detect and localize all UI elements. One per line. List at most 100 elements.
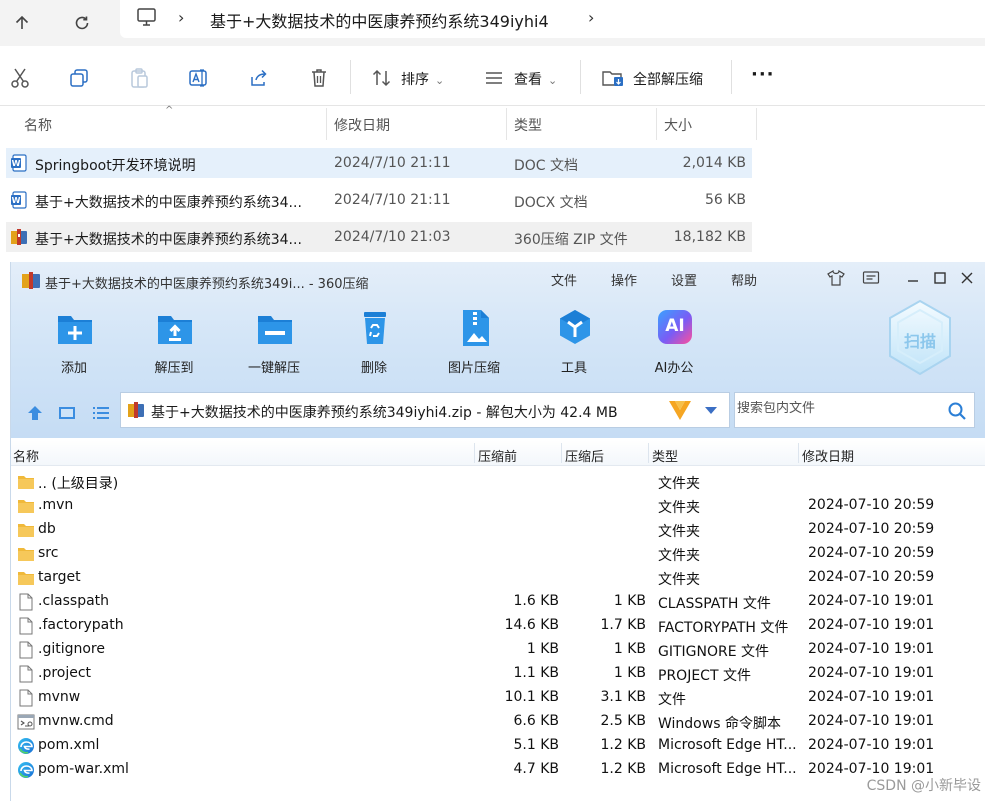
sort-icon[interactable] <box>370 66 394 90</box>
paste-icon[interactable] <box>127 66 151 90</box>
zip-entry-row[interactable]: .. (上级目录) 文件夹 <box>11 470 985 494</box>
zip-entry-row[interactable]: mvnw.cmd 6.6 KB 2.5 KB Windows 命令脚本 2024-07-… <box>11 710 985 734</box>
sort-button[interactable]: 排序 ⌄ <box>401 69 444 89</box>
file-size: 2,014 KB <box>682 155 746 171</box>
entry-size-after: 1 KB <box>613 665 646 681</box>
tool-one-click-extract-button[interactable]: 一键解压 <box>239 308 309 378</box>
file-date: 2024/7/10 21:11 <box>334 192 451 208</box>
v-logo-icon[interactable] <box>667 398 693 422</box>
feedback-icon[interactable] <box>861 268 881 288</box>
zip-search-input[interactable] <box>737 401 937 416</box>
tool-extract-to-button[interactable]: 解压到 <box>139 308 209 378</box>
menu-help[interactable]: 帮助 <box>731 270 757 289</box>
col-divider[interactable] <box>506 108 507 140</box>
col-divider[interactable] <box>756 108 757 140</box>
col-divider[interactable] <box>561 443 562 463</box>
col-divider[interactable] <box>326 108 327 140</box>
share-icon[interactable] <box>247 66 271 90</box>
zip-entry-row[interactable]: .classpath 1.6 KB 1 KB CLASSPATH 文件 2024-07-… <box>11 590 985 614</box>
entry-date: 2024-07-10 19:01 <box>808 689 935 705</box>
view-button[interactable]: 查看 ⌄ <box>514 69 557 89</box>
folder-icon <box>17 569 35 587</box>
more-options-icon[interactable]: ··· <box>751 64 775 85</box>
svg-text:W: W <box>12 159 21 168</box>
menu-file[interactable]: 文件 <box>551 270 577 289</box>
zip-entry-row[interactable]: pom.xml 5.1 KB 1.2 KB Microsoft Edge HT... 2… <box>11 734 985 758</box>
col-divider[interactable] <box>648 443 649 463</box>
file-row[interactable]: W Springboot开发环境说明 2024/7/10 21:11 DOC 文… <box>6 148 752 178</box>
divider <box>731 60 732 94</box>
col-date[interactable]: 修改日期 <box>802 446 854 465</box>
folder-icon <box>17 545 35 563</box>
col-type[interactable]: 类型 <box>514 115 542 135</box>
entry-type: GITIGNORE 文件 <box>658 644 770 660</box>
search-icon[interactable] <box>947 401 967 421</box>
col-divider[interactable] <box>798 443 799 463</box>
refresh-icon[interactable] <box>66 7 98 39</box>
col-name[interactable]: 名称 <box>13 446 39 465</box>
minimize-icon[interactable] <box>903 268 923 288</box>
col-type[interactable]: 类型 <box>652 446 678 465</box>
col-compressed-after[interactable]: 压缩后 <box>565 446 604 465</box>
col-divider[interactable] <box>656 108 657 140</box>
cut-icon[interactable] <box>8 66 32 90</box>
entry-size-after: 2.5 KB <box>600 713 647 729</box>
rename-icon[interactable] <box>187 66 211 90</box>
scan-button[interactable]: 扫描 <box>884 298 956 378</box>
zip-entry-row[interactable]: .project 1.1 KB 1 KB PROJECT 文件 2024-07-10 1… <box>11 662 985 686</box>
sort-label: 排序 <box>401 72 429 88</box>
col-divider[interactable] <box>474 443 475 463</box>
dropdown-arrow-icon[interactable] <box>703 402 719 418</box>
zip-search-box[interactable] <box>734 392 975 428</box>
file-row[interactable]: 基于+大数据技术的中医康养预约系统34... 2024/7/10 21:03 3… <box>6 222 752 252</box>
zip-entry-row[interactable]: pom-war.xml 4.7 KB 1.2 KB Microsoft Edge HT… <box>11 758 985 782</box>
close-icon[interactable] <box>957 268 977 288</box>
zip-file-list: 名称 压缩前 压缩后 类型 修改日期 .. (上级目录) 文件夹 .mvn 文件夹 20… <box>11 440 985 801</box>
trash-icon[interactable] <box>307 66 331 90</box>
zip-entry-row[interactable]: .mvn 文件夹 2024-07-10 20:59 <box>11 494 985 518</box>
monitor-icon[interactable] <box>136 7 158 27</box>
view-list-icon[interactable] <box>91 403 111 423</box>
zip-path-text: 基于+大数据技术的中医康养预约系统349iyhi4.zip - 解包大小为 42… <box>151 405 618 421</box>
entry-type: 文件夹 <box>658 572 700 588</box>
file-name: 基于+大数据技术的中医康养预约系统34... <box>35 232 302 248</box>
tool-ai-office-button[interactable]: AI AI办公 <box>639 308 709 378</box>
col-name[interactable]: 名称 <box>24 115 52 135</box>
menu-operation[interactable]: 操作 <box>611 270 637 289</box>
tool-tools-button[interactable]: 工具 <box>539 308 609 378</box>
view-details-icon[interactable] <box>57 403 77 423</box>
entry-name: db <box>38 521 56 537</box>
zip-entry-row[interactable]: target 文件夹 2024-07-10 20:59 <box>11 566 985 590</box>
entry-date: 2024-07-10 19:01 <box>808 641 935 657</box>
tool-image-compress-button[interactable]: 图片压缩 <box>439 308 509 378</box>
maximize-icon[interactable] <box>930 268 950 288</box>
col-date[interactable]: 修改日期 <box>334 115 390 135</box>
menu-settings[interactable]: 设置 <box>671 270 697 289</box>
address-path[interactable]: 基于+大数据技术的中医康养预约系统349iyhi4 <box>210 8 549 32</box>
zip-path-box[interactable]: 基于+大数据技术的中医康养预约系统349iyhi4.zip - 解包大小为 42… <box>120 392 730 428</box>
skin-shirt-icon[interactable] <box>826 268 846 288</box>
extract-all-button[interactable]: 全部解压缩 <box>633 69 703 89</box>
tool-delete-button[interactable]: 删除 <box>339 308 409 378</box>
zip-entry-row[interactable]: src 文件夹 2024-07-10 20:59 <box>11 542 985 566</box>
zip-entry-row[interactable]: .factorypath 14.6 KB 1.7 KB FACTORYPATH 文件 2… <box>11 614 985 638</box>
entry-size-before: 1.6 KB <box>513 593 560 609</box>
divider <box>580 60 581 94</box>
file-row[interactable]: W 基于+大数据技术的中医康养预约系统34... 2024/7/10 21:11… <box>6 185 752 215</box>
col-compressed-before[interactable]: 压缩前 <box>478 446 517 465</box>
copy-icon[interactable] <box>67 66 91 90</box>
tool-label: 删除 <box>360 361 387 376</box>
entry-size-after: 1.2 KB <box>600 737 647 753</box>
zip-entry-row[interactable]: mvnw 10.1 KB 3.1 KB 文件 2024-07-10 19:01 <box>11 686 985 710</box>
entry-date: 2024-07-10 20:59 <box>808 497 935 513</box>
up-arrow-icon[interactable] <box>6 7 38 39</box>
zip-entry-row[interactable]: .gitignore 1 KB 1 KB GITIGNORE 文件 2024-07-10… <box>11 638 985 662</box>
tool-add-button[interactable]: 添加 <box>39 308 109 378</box>
extract-folder-icon[interactable] <box>601 66 625 90</box>
chevron-right-icon[interactable]: › <box>588 8 594 27</box>
zip-archive-icon <box>10 228 28 246</box>
col-size[interactable]: 大小 <box>664 115 692 135</box>
view-list-icon[interactable] <box>482 66 506 90</box>
up-level-icon[interactable] <box>25 403 45 423</box>
zip-entry-row[interactable]: db 文件夹 2024-07-10 20:59 <box>11 518 985 542</box>
